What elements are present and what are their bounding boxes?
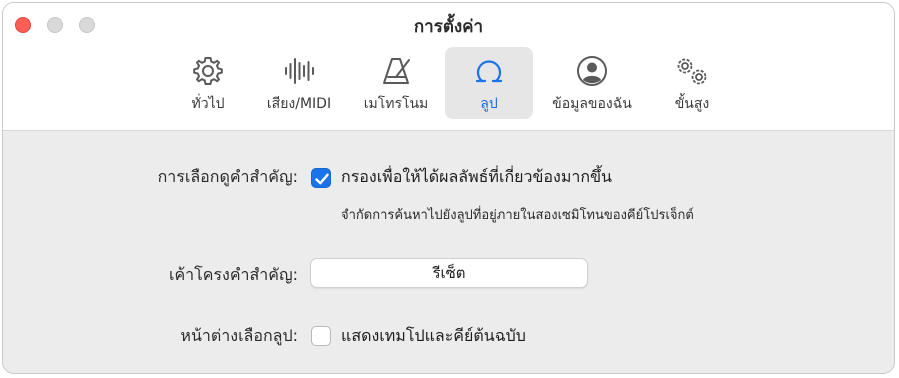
key-filter-checkbox[interactable] — [311, 168, 331, 188]
show-tempo-key-checkbox-label[interactable]: แสดงเทมโปและคีย์ต้นฉบับ — [341, 324, 526, 349]
gears-icon — [672, 53, 712, 89]
keyword-layout-label: เค้าโครงคำสำคัญ: — [168, 265, 298, 284]
tab-advanced-label: ขั้นสูง — [674, 96, 710, 112]
tab-my-info-label: ข้อมูลของฉัน — [552, 96, 632, 112]
key-filter-label: การเลือกดูคำสำคัญ: — [157, 167, 298, 186]
person-circle-icon — [572, 53, 612, 89]
settings-window: การตั้งค่า ทั่วไป เสียง/MIDI เมโทรโนม ลู… — [2, 2, 895, 374]
key-filter-checkbox-label[interactable]: กรองเพื่อให้ได้ผลลัพธ์ที่เกี่ยวข้องมากขึ… — [341, 165, 612, 190]
key-filter-help-text: จำกัดการค้นหาไปยังลูปที่อยู่ภายในสองเซมิ… — [341, 208, 694, 223]
tab-loops-label: ลูป — [480, 96, 498, 112]
tab-metronome-label: เมโทรโนม — [363, 96, 429, 112]
loop-browser-label: หน้าต่างเลือกลูป: — [180, 326, 298, 345]
loop-icon — [469, 53, 509, 89]
tab-advanced[interactable]: ขั้นสูง — [651, 47, 733, 119]
reset-keyword-layout-button[interactable]: รีเซ็ต — [310, 258, 588, 288]
loops-settings-pane: การเลือกดูคำสำคัญ: กรองเพื่อให้ได้ผลลัพธ… — [3, 131, 894, 373]
tab-general[interactable]: ทั่วไป — [165, 47, 251, 119]
tab-general-label: ทั่วไป — [191, 96, 225, 112]
tab-audio-midi[interactable]: เสียง/MIDI — [251, 47, 347, 119]
preference-tabs: ทั่วไป เสียง/MIDI เมโทรโนม ลูป ข้อมูลของ… — [165, 47, 733, 123]
show-tempo-key-checkbox[interactable] — [311, 326, 331, 346]
tab-audio-midi-label: เสียง/MIDI — [266, 96, 332, 112]
tab-loops[interactable]: ลูป — [445, 47, 533, 119]
checkmark-icon — [315, 173, 329, 185]
toolbar: การตั้งค่า ทั่วไป เสียง/MIDI เมโทรโนม ลู… — [3, 3, 894, 131]
tab-metronome[interactable]: เมโทรโนม — [347, 47, 445, 119]
gear-icon — [188, 53, 228, 89]
metronome-icon — [376, 53, 416, 89]
window-title: การตั้งค่า — [413, 17, 484, 37]
waveform-icon — [279, 53, 319, 89]
tab-my-info[interactable]: ข้อมูลของฉัน — [533, 47, 651, 119]
